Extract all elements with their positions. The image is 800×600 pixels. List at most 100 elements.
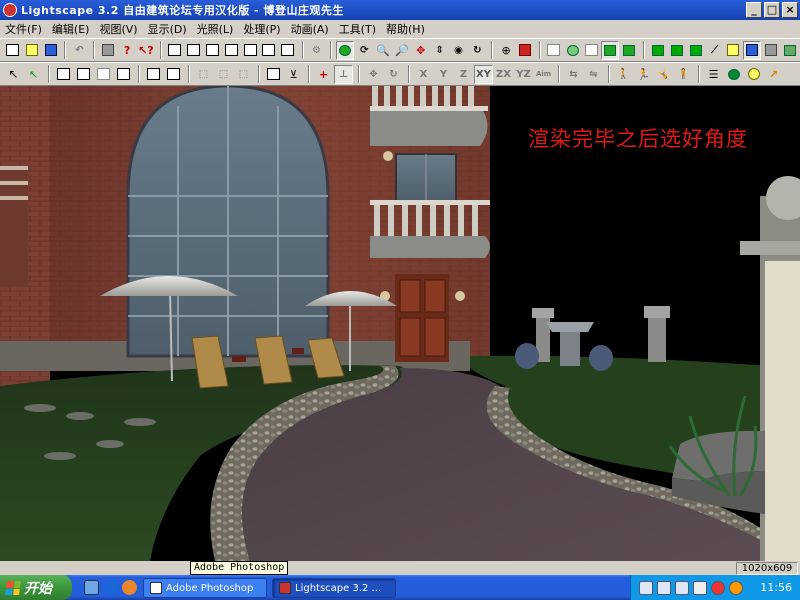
minimize-button[interactable]: _ <box>746 2 762 18</box>
cube-view-6-icon[interactable] <box>279 41 297 60</box>
eye-view-icon[interactable] <box>336 40 355 60</box>
rotate-view-icon[interactable]: ↻ <box>468 41 486 60</box>
grid-icon[interactable] <box>762 41 780 60</box>
copy-icon[interactable] <box>144 65 163 84</box>
desktop-icon[interactable] <box>84 580 99 595</box>
axis-aim-button[interactable]: Aim <box>534 65 553 84</box>
pan-icon[interactable]: ✥ <box>412 41 430 60</box>
pick-icon[interactable]: ↖ <box>24 65 43 84</box>
axis-xy-button[interactable]: XY <box>474 64 493 84</box>
maximize-button[interactable]: □ <box>764 2 780 18</box>
axis-x-button[interactable]: X <box>414 65 433 84</box>
rotate-icon[interactable]: ↻ <box>384 65 403 84</box>
wireframe-icon[interactable] <box>545 41 563 60</box>
zoom-icon[interactable]: 🔎 <box>393 41 411 60</box>
stand-person-icon[interactable]: 🧍 <box>674 65 693 84</box>
toolbar-separator <box>48 65 50 83</box>
start-button[interactable]: 开始 <box>0 575 72 600</box>
add-point-icon[interactable]: + <box>314 65 333 84</box>
menu-file[interactable]: 文件(F) <box>0 21 47 37</box>
transform-icon[interactable]: ✥ <box>364 65 383 84</box>
select-remove-icon[interactable] <box>94 65 113 84</box>
shaded-icon[interactable] <box>601 40 620 60</box>
select-invert-icon[interactable] <box>114 65 133 84</box>
cube-view-5-icon[interactable] <box>260 41 278 60</box>
textured-icon[interactable] <box>620 41 638 60</box>
menu-display[interactable]: 显示(D) <box>143 21 192 37</box>
menu-edit[interactable]: 编辑(E) <box>47 21 95 37</box>
render-window-icon[interactable] <box>516 41 534 60</box>
unlink-icon[interactable]: ⇋ <box>584 65 603 84</box>
undo-icon[interactable]: ↶ <box>70 41 88 60</box>
mirror-icon[interactable]: ⬚ <box>234 65 253 84</box>
cube-view-3-icon[interactable] <box>222 41 240 60</box>
layer-3-icon[interactable] <box>687 41 705 60</box>
filter-icon[interactable]: ⊻ <box>284 65 303 84</box>
select-add-icon[interactable] <box>74 65 93 84</box>
menu-help[interactable]: 帮助(H) <box>381 21 430 37</box>
link-icon[interactable]: ⇆ <box>564 65 583 84</box>
material-icon[interactable] <box>743 40 762 60</box>
internet-explorer-icon[interactable] <box>103 580 118 595</box>
volume-icon[interactable] <box>693 580 707 595</box>
snap-icon[interactable]: ⊥ <box>334 64 353 84</box>
new-file-icon[interactable] <box>4 41 22 60</box>
dolly-icon[interactable]: ⇕ <box>431 41 449 60</box>
paste-icon[interactable] <box>164 65 183 84</box>
menu-tools[interactable]: 工具(T) <box>334 21 381 37</box>
axis-yz-button[interactable]: YZ <box>514 65 533 84</box>
media-player-icon[interactable] <box>122 580 137 595</box>
select-object-icon[interactable] <box>166 41 184 60</box>
close-button[interactable]: × <box>782 2 798 18</box>
menu-view[interactable]: 视图(V) <box>94 21 142 37</box>
app-icon[interactable] <box>3 3 17 17</box>
axis-z-button[interactable]: Z <box>454 65 473 84</box>
camera-icon[interactable]: ◉ <box>450 41 468 60</box>
outline-icon[interactable] <box>582 41 600 60</box>
open-folder-icon[interactable] <box>23 41 41 60</box>
context-help-icon[interactable]: ↖? <box>137 41 155 60</box>
cube-view-1-icon[interactable] <box>185 41 203 60</box>
move-icon[interactable]: ⬚ <box>194 65 213 84</box>
walk-person-icon[interactable]: 🚶 <box>614 65 633 84</box>
help-icon[interactable]: ? <box>118 41 136 60</box>
task-lightscape[interactable]: Lightscape 3.2 ... <box>272 578 396 598</box>
menu-process[interactable]: 处理(P) <box>238 21 285 37</box>
save-icon[interactable] <box>42 41 60 60</box>
measure-icon[interactable]: ⟋ <box>706 41 724 60</box>
ime-icon[interactable] <box>675 580 689 595</box>
zoom-extents-icon[interactable]: ⊕ <box>497 41 515 60</box>
solid-icon[interactable] <box>564 41 582 60</box>
walk-icon[interactable]: ⚙ <box>308 41 326 60</box>
cube-view-2-icon[interactable] <box>203 41 221 60</box>
zoom-window-icon[interactable]: 🔍 <box>374 41 392 60</box>
axis-zx-button[interactable]: ZX <box>494 65 513 84</box>
fly-person-icon[interactable]: 🤸 <box>654 65 673 84</box>
task-photoshop[interactable]: Adobe Photoshop <box>143 578 267 598</box>
network-icon[interactable] <box>639 580 653 595</box>
security-icon[interactable] <box>711 580 725 595</box>
clock[interactable]: 11:56 <box>760 581 792 594</box>
help-tray-icon[interactable] <box>657 580 671 595</box>
menu-animation[interactable]: 动画(A) <box>286 21 334 37</box>
layer-2-icon[interactable] <box>668 41 686 60</box>
light-box-icon[interactable] <box>724 41 742 60</box>
print-icon[interactable] <box>99 41 117 60</box>
layer-1-icon[interactable] <box>649 41 667 60</box>
render-viewport[interactable]: 渲染完毕之后选好角度 <box>0 86 800 561</box>
globe-icon[interactable] <box>724 65 743 84</box>
orbit-icon[interactable]: ⟳ <box>355 41 373 60</box>
axis-y-button[interactable]: Y <box>434 65 453 84</box>
messenger-icon[interactable] <box>729 580 743 595</box>
pointer-icon[interactable]: ↖ <box>4 65 23 84</box>
select-window-icon[interactable] <box>54 65 73 84</box>
layers-icon[interactable]: ☰ <box>704 65 723 84</box>
export-icon[interactable] <box>781 41 799 60</box>
scale-icon[interactable]: ⬚ <box>214 65 233 84</box>
light-icon[interactable]: ↗ <box>764 65 783 84</box>
properties-icon[interactable] <box>264 65 283 84</box>
run-person-icon[interactable]: 🏃 <box>634 65 653 84</box>
menu-light[interactable]: 光照(L) <box>192 21 239 37</box>
sun-icon[interactable] <box>744 65 763 84</box>
cube-view-4-icon[interactable] <box>241 41 259 60</box>
